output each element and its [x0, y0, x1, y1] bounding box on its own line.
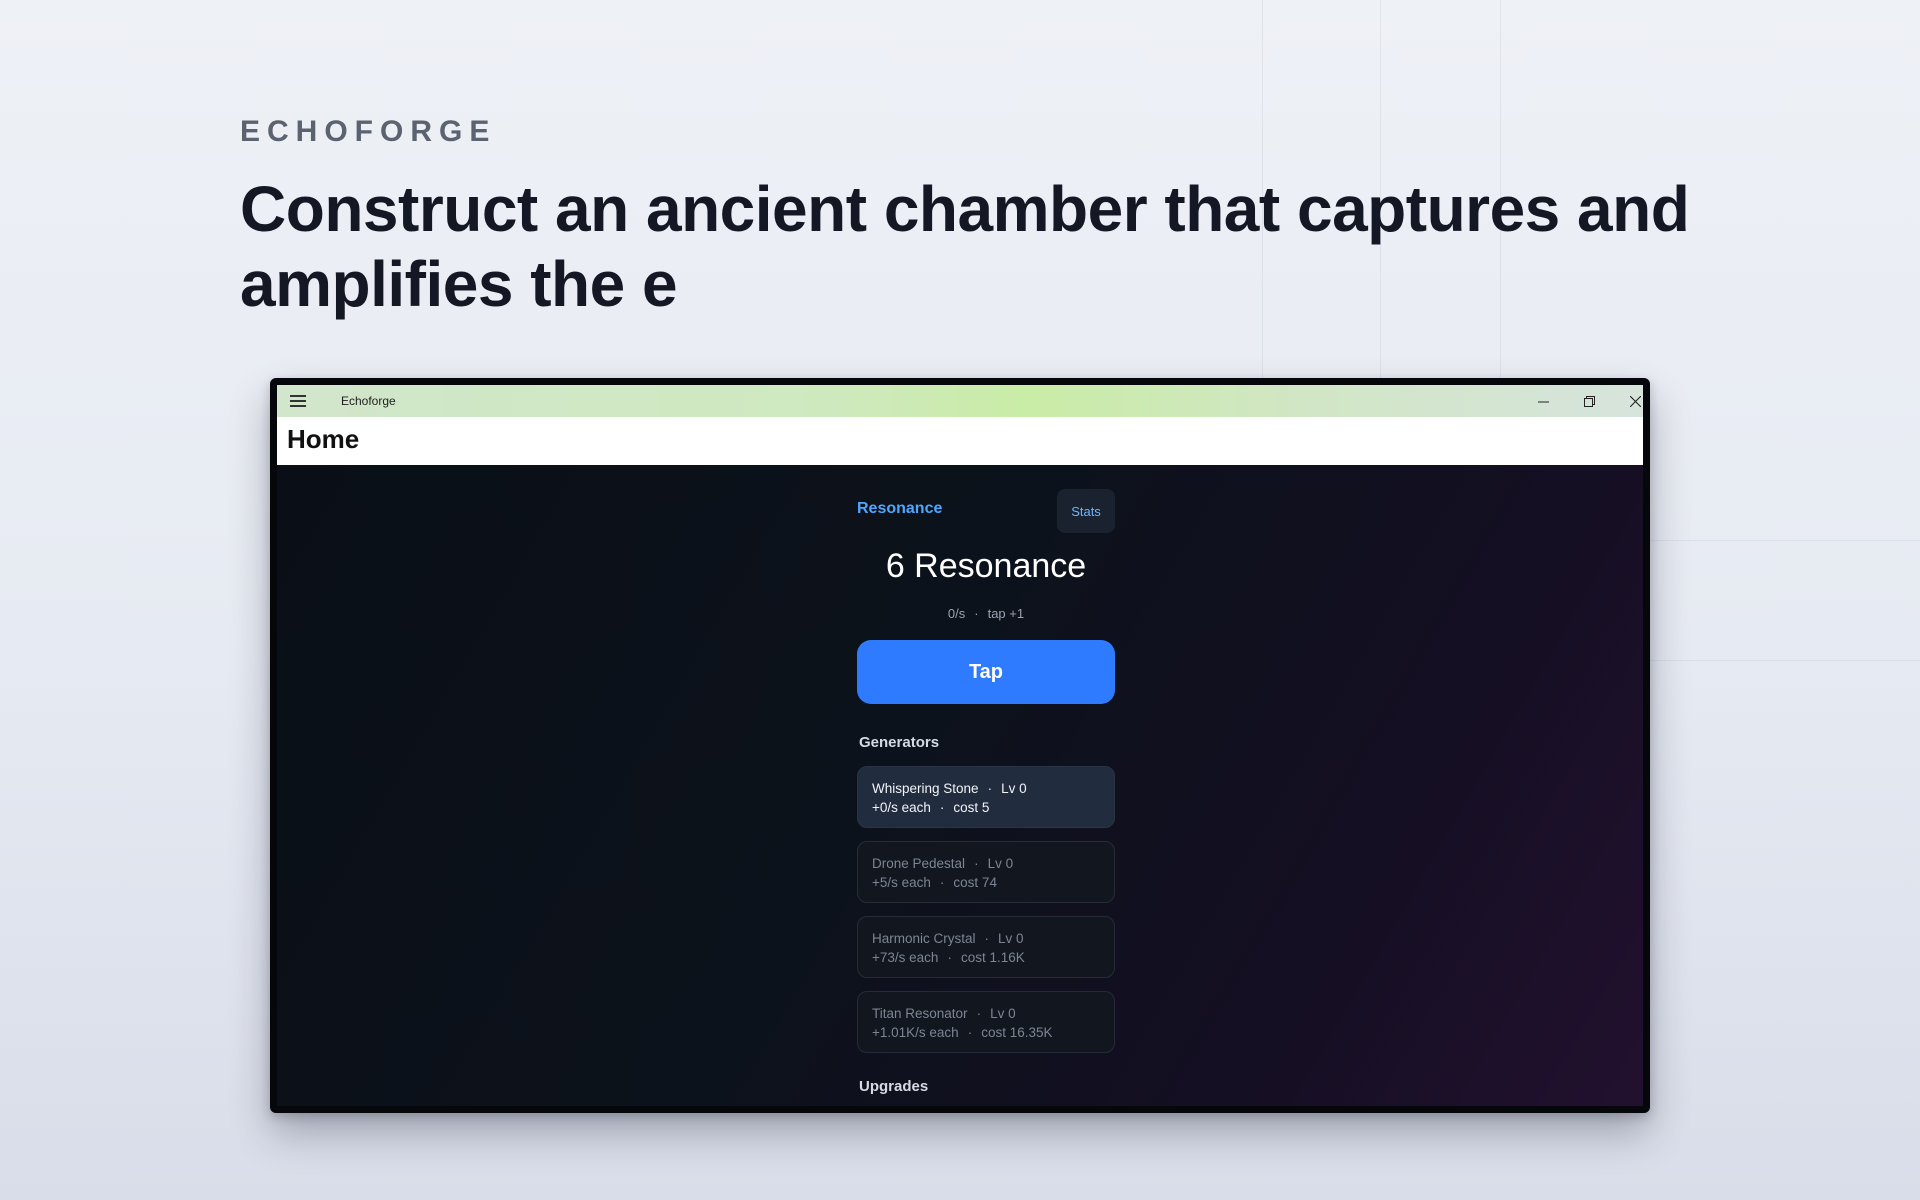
- title-bar: Echoforge: [277, 385, 1643, 417]
- close-icon[interactable]: [1617, 389, 1650, 413]
- rate-readout: 0/s · tap +1: [857, 606, 1115, 621]
- generator-card[interactable]: Drone Pedestal · Lv 0 +5/s each · cost 74: [857, 841, 1115, 903]
- app-bar: Home: [277, 417, 1643, 465]
- generator-cost: cost 16.35K: [981, 1025, 1053, 1040]
- generator-level: Lv 0: [998, 931, 1024, 946]
- generator-level: Lv 0: [1001, 781, 1027, 796]
- generator-name: Titan Resonator: [872, 1006, 968, 1021]
- tap-button[interactable]: Tap: [857, 640, 1115, 704]
- generator-cost: cost 5: [953, 800, 990, 815]
- generator-rate: +1.01K/s each: [872, 1025, 959, 1040]
- generator-level: Lv 0: [987, 856, 1014, 871]
- upgrades-heading: Upgrades: [859, 1078, 929, 1095]
- generator-level: Lv 0: [990, 1006, 1016, 1021]
- generator-cost: cost 1.16K: [960, 950, 1025, 965]
- page-title: Home: [287, 424, 360, 454]
- restore-icon[interactable]: [1571, 389, 1607, 413]
- generator-cost: cost 74: [953, 875, 997, 890]
- generator-card[interactable]: Titan Resonator · Lv 0 +1.01K/s each · cost …: [857, 991, 1115, 1053]
- tap-value: tap +1: [987, 606, 1025, 621]
- generators-heading: Generators: [859, 734, 940, 751]
- generator-card[interactable]: Harmonic Crystal · Lv 0 +73/s each · cost 1.…: [857, 916, 1115, 978]
- background-line: [1650, 660, 1920, 661]
- generator-rate: +0/s each: [872, 800, 931, 815]
- separator-dot: ·: [974, 606, 979, 621]
- app-title: Echoforge: [341, 394, 396, 408]
- game-content: Resonance Stats 6 Resonance 0/s · tap +1 T…: [277, 465, 1643, 1106]
- generator-rate: +73/s each: [872, 950, 939, 965]
- hamburger-menu-icon[interactable]: [290, 395, 306, 407]
- app-window: Echoforge Home Resonance Stats 6 Resonan…: [270, 378, 1650, 1113]
- per-second-rate: 0/s: [947, 606, 966, 621]
- generator-rate: +5/s each: [872, 875, 931, 890]
- generator-name: Drone Pedestal: [872, 856, 966, 871]
- generator-name: Whispering Stone: [872, 781, 979, 796]
- page-headline: Construct an ancient chamber that captur…: [240, 173, 1690, 320]
- brand-label: ECHOFORGE: [240, 115, 497, 148]
- stats-button[interactable]: Stats: [1057, 489, 1115, 533]
- resource-tab[interactable]: Resonance: [857, 500, 942, 518]
- resource-count: 6 Resonance: [885, 547, 1087, 585]
- generator-name: Harmonic Crystal: [872, 931, 976, 946]
- minimize-icon[interactable]: [1525, 389, 1561, 413]
- background-line: [1650, 540, 1920, 541]
- generator-card[interactable]: Whispering Stone · Lv 0 +0/s each · cost 5: [857, 766, 1115, 828]
